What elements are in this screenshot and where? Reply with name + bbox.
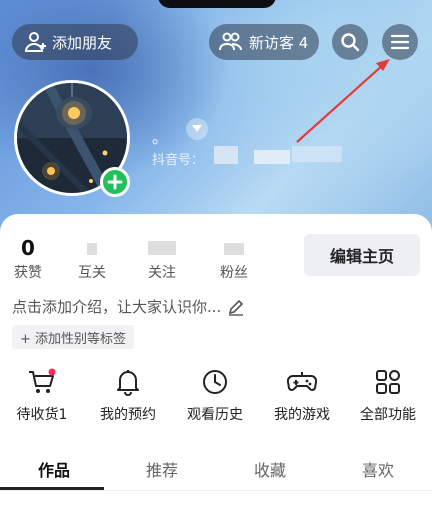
grid-icon — [376, 370, 400, 394]
function-label: 全部功能 — [360, 407, 416, 423]
function-my-games[interactable]: 我的游戏 — [260, 368, 344, 424]
function-pending-delivery[interactable]: 待收货1 — [0, 368, 84, 424]
bio-placeholder: 点击添加介绍，让大家认识你... — [12, 298, 222, 316]
stat-mutual[interactable]: 互关 — [62, 236, 122, 282]
function-label: 观看历史 — [187, 407, 243, 423]
function-reservations[interactable]: 我的预约 — [86, 368, 170, 424]
cart-icon — [29, 368, 56, 393]
tab-works[interactable]: 作品 — [0, 457, 108, 481]
stat-likes-value: 0 — [21, 236, 35, 260]
stat-followers-label: 粉丝 — [220, 265, 248, 281]
stat-following-label: 关注 — [148, 265, 176, 281]
stat-followers[interactable]: 粉丝 — [204, 236, 264, 282]
stat-mutual-value — [62, 236, 122, 260]
gamepad-icon — [287, 372, 317, 391]
pencil-icon — [229, 299, 244, 316]
tab-likes[interactable]: 喜欢 — [324, 457, 432, 481]
stat-likes[interactable]: 0 获赞 — [0, 236, 58, 282]
function-watch-history[interactable]: 观看历史 — [173, 368, 257, 424]
tab-favorites[interactable]: 收藏 — [216, 457, 324, 481]
stat-following-value — [132, 236, 192, 260]
bio-field[interactable]: 点击添加介绍，让大家认识你... — [12, 296, 245, 317]
clock-icon — [203, 370, 227, 394]
tab-divider — [0, 490, 432, 491]
function-label: 我的游戏 — [274, 407, 330, 423]
function-label: 我的预约 — [100, 407, 156, 423]
stat-following[interactable]: 关注 — [132, 236, 192, 282]
edit-profile-button[interactable]: 编辑主页 — [304, 234, 420, 276]
function-label: 待收货1 — [16, 407, 68, 423]
stat-likes-label: 获赞 — [14, 265, 42, 281]
stat-mutual-label: 互关 — [78, 265, 106, 281]
profile-card: 0 获赞 互关 关注 粉丝 编辑主页 点击添加介绍，让大家认识你... + 添加… — [0, 214, 432, 518]
profile-header: 添加朋友 新访客 4 。 抖音号： — [0, 0, 432, 232]
add-tag-button[interactable]: + 添加性别等标签 — [12, 325, 135, 349]
stat-followers-value — [204, 236, 264, 260]
annotation-arrow — [296, 59, 390, 143]
function-all[interactable]: 全部功能 — [346, 368, 430, 424]
tab-recommend[interactable]: 推荐 — [108, 457, 216, 481]
bell-icon — [117, 370, 139, 396]
